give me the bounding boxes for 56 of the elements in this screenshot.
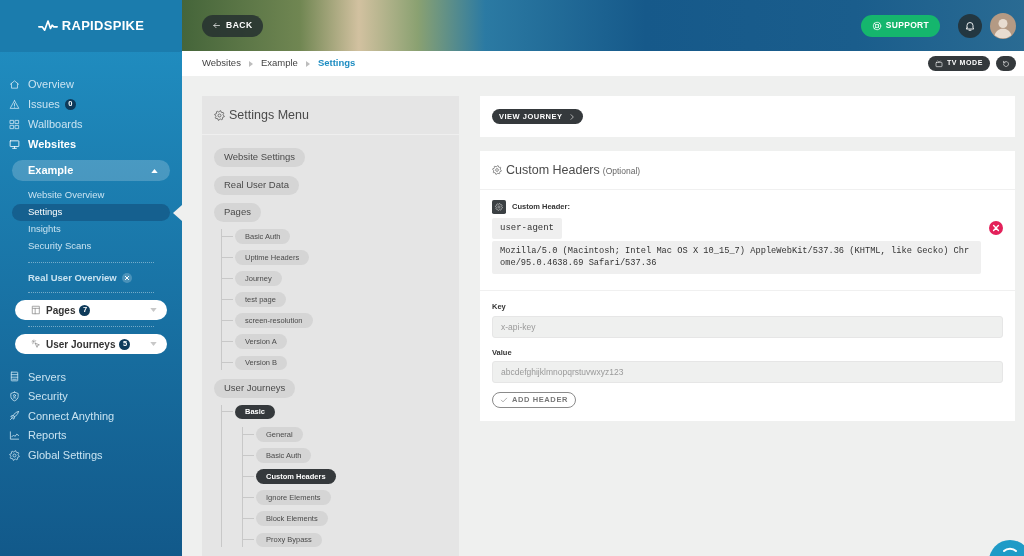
settings-menu-item[interactable]: Real User Data [214,175,299,195]
monitor-icon [9,138,20,150]
chart-icon [9,430,20,442]
cursor-click-icon [31,339,41,349]
tv-icon [934,59,943,68]
settings-icon [214,109,225,121]
settings-menu-item[interactable]: User Journeys [214,378,296,398]
arrow-left-icon [212,21,221,30]
chat-icon[interactable] [988,540,1024,556]
caret-right-icon [248,60,253,67]
breadcrumb-link[interactable]: Example [260,56,298,71]
nav-link[interactable]: Security [9,388,68,405]
real-user-link[interactable]: Real User Overview [28,270,117,286]
section-title: Custom Headers [506,161,600,179]
panel-title: Settings Menu [229,106,309,124]
caret-right-icon [305,60,310,67]
close-icon[interactable] [121,273,132,283]
shield-icon [9,390,20,402]
refresh-icon [1002,59,1010,68]
subnav-link[interactable]: Website Overview [12,187,170,204]
lifebuoy-icon [871,20,882,31]
breadcrumb-link[interactable]: Websites [202,56,241,71]
remove-icon[interactable] [989,221,1003,235]
subnav-link[interactable]: Insights [12,221,170,238]
breadcrumb-link[interactable]: Settings [317,56,356,71]
settings-icon [9,449,20,461]
selection-pointer-icon [173,204,182,221]
optional-note: (Optional) [602,164,641,178]
settings-icon [492,200,506,214]
subnav-link[interactable]: Security Scans [12,238,170,255]
pulse-logo-icon [37,19,58,33]
chevron-right-icon [567,112,576,121]
grid-icon [9,118,20,130]
refresh-button[interactable] [996,56,1016,71]
bell-icon [964,19,976,32]
nav-link[interactable]: Servers [9,368,66,386]
nav-link[interactable]: Connect Anything [9,407,115,425]
text-field[interactable]: x-api-key [492,315,1003,338]
check-icon [500,396,508,404]
home-icon [9,78,20,90]
text-field[interactable]: abcdefghijklmnopqrstuvwxyz123 [492,361,1003,383]
subnav-link[interactable]: Settings [12,204,170,221]
settings-menu-item[interactable]: Pages [214,203,261,222]
header-key-field: user-agent [492,218,562,239]
nav-link[interactable]: Global Settings [9,446,103,464]
rocket-icon [9,410,20,422]
settings-icon [492,165,502,175]
settings-menu-item[interactable]: Website Settings [214,148,306,167]
warning-icon [9,98,20,110]
layout-icon [31,305,41,315]
avatar-icon[interactable] [990,12,1016,39]
nav-link[interactable]: Reports [9,427,67,444]
logo-text: RAPIDSPIKE [61,17,145,36]
header-value-field: Mozilla/5.0 (Macintosh; Intel Mac OS X 10_15_7) AppleWebKit/537.36 (KHTML, like Gecko) Chrome/95.0.4638.69 Safari/537.36 [492,241,981,274]
nav-link[interactable]: Websites [9,135,77,153]
server-icon [9,371,20,383]
